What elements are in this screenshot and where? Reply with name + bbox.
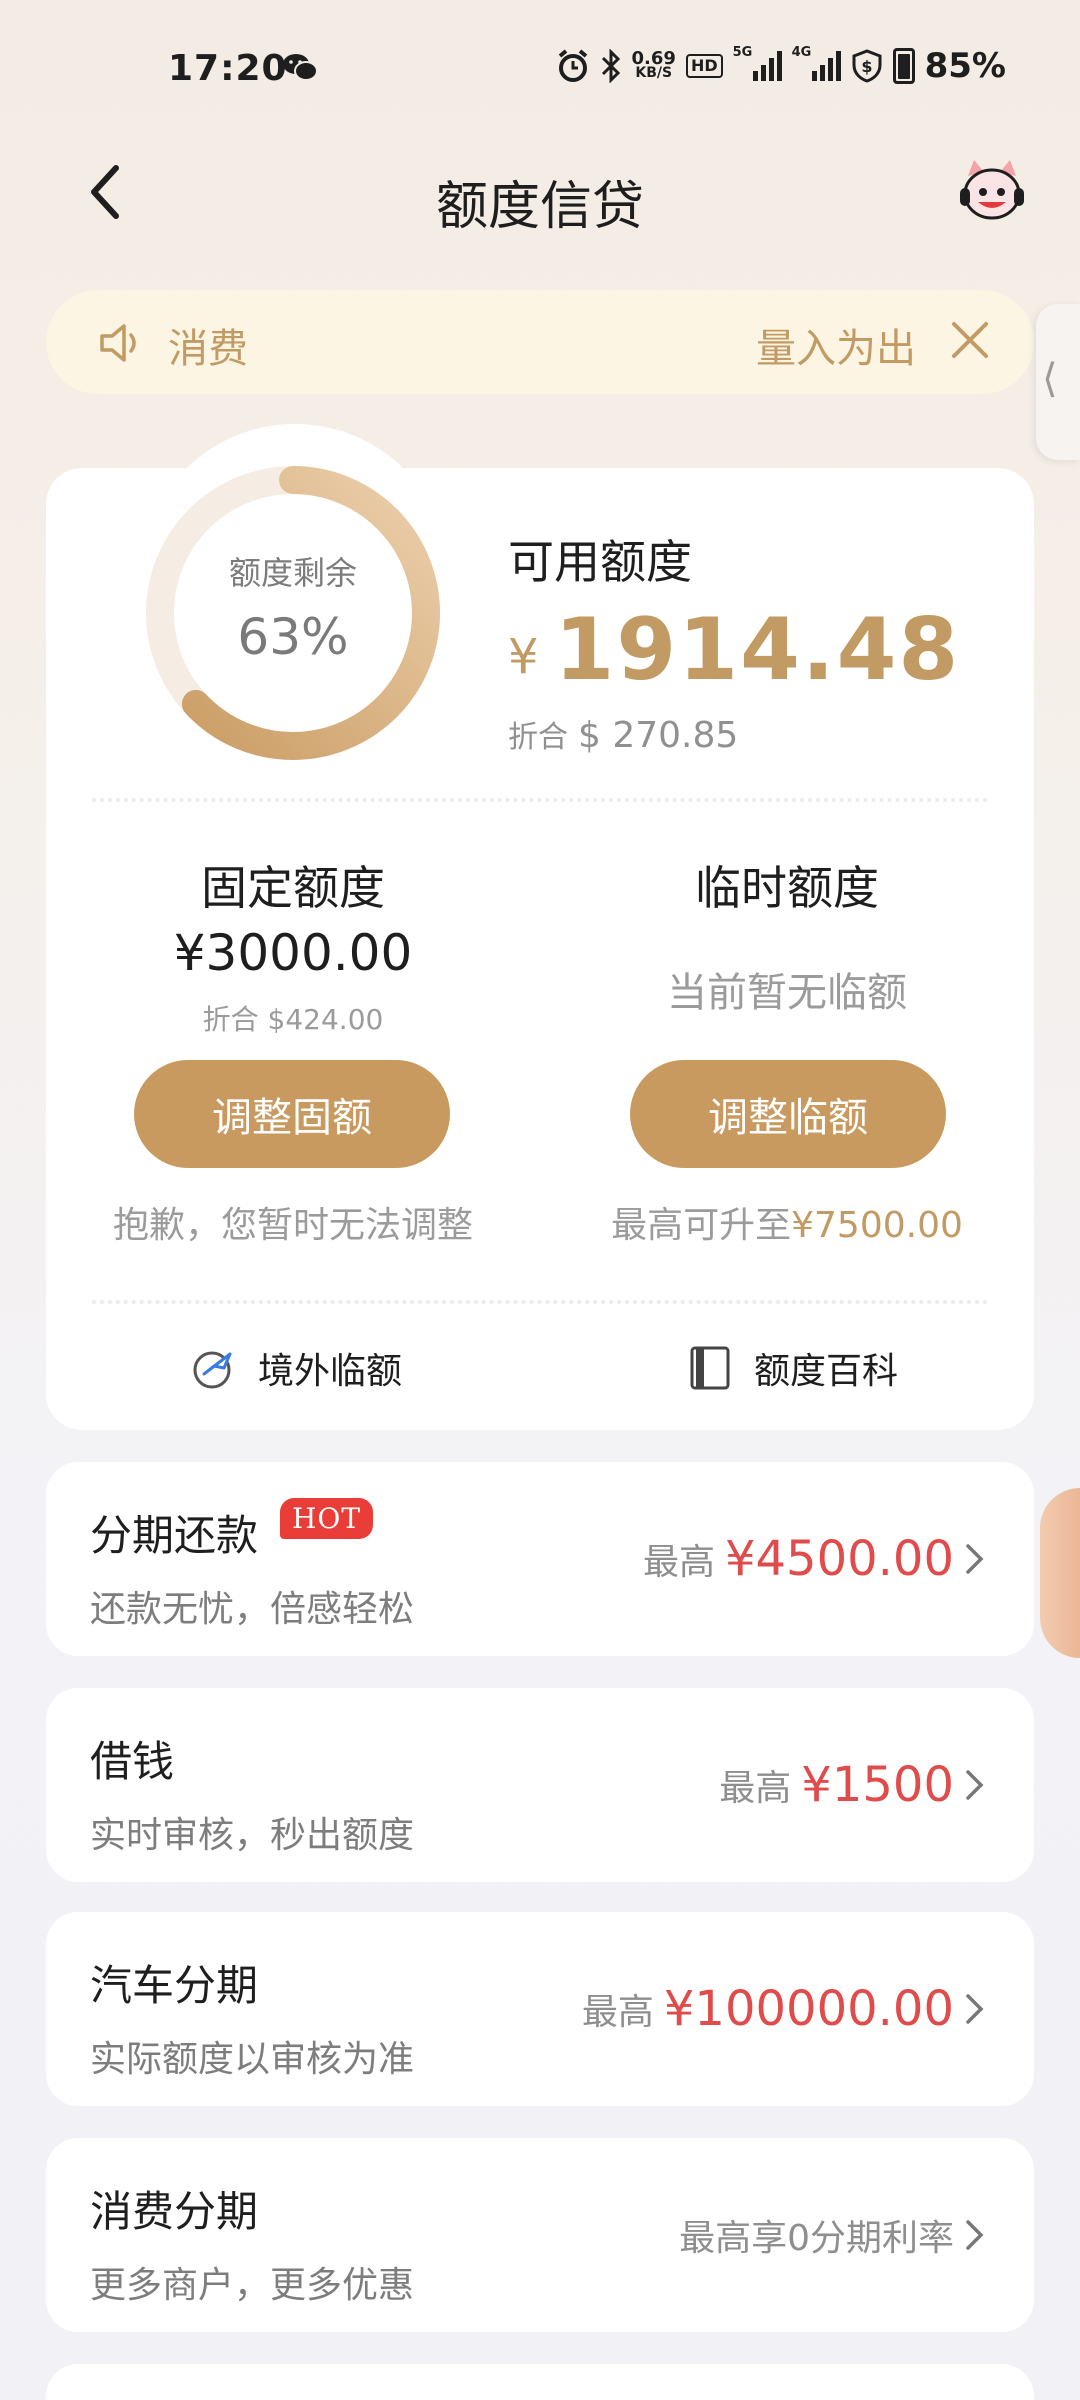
temp-credit-status: 当前暂无临额 — [667, 970, 907, 1016]
chevron-right-icon — [966, 1770, 984, 1800]
chevron-left-icon: ⟨ — [1042, 356, 1058, 402]
wiki-link-label: 额度百科 — [754, 1351, 899, 1392]
product-card-peek — [46, 2364, 1034, 2400]
product-subtitle: 更多商户，更多优惠 — [90, 2265, 415, 2306]
product-title: 汽车分期 — [90, 1961, 259, 2010]
product-subtitle: 还款无忧，倍感轻松 — [90, 1589, 415, 1630]
product-title: 借钱 — [90, 1737, 175, 1786]
fixed-credit-converted: 折合 $424.00 — [202, 1003, 384, 1036]
product-title: 消费分期 — [90, 2187, 259, 2236]
overseas-link-label: 境外临额 — [258, 1351, 403, 1392]
temp-credit-title: 临时额度 — [695, 861, 879, 915]
book-icon — [690, 1346, 730, 1390]
divider — [92, 1300, 988, 1304]
credit-wiki-link[interactable]: 额度百科 — [686, 1340, 898, 1396]
product-title: 分期还款 — [90, 1511, 259, 1560]
chevron-right-icon — [966, 2220, 984, 2250]
temp-credit-note: 最高可升至¥7500.00 — [611, 1205, 963, 1246]
product-card-car-installment[interactable]: 汽车分期 实际额度以审核为准 最高 ¥100000.00 — [46, 1912, 1034, 2106]
product-limit: 最高享0分期利率 — [679, 2218, 954, 2259]
plane-globe-icon — [193, 1351, 232, 1389]
floating-promo-badge[interactable] — [1040, 1488, 1080, 1658]
product-subtitle: 实际额度以审核为准 — [90, 2039, 415, 2080]
adjust-temp-button[interactable]: 调整临额 — [630, 1060, 946, 1168]
fixed-credit-title: 固定额度 — [201, 861, 385, 915]
fixed-credit-section: 固定额度 ¥3000.00 折合 $424.00 调整固额 抱歉，您暂时无法调整 — [46, 0, 540, 1280]
product-card-consumer-installment[interactable]: 消费分期 更多商户，更多优惠 最高享0分期利率 — [46, 2138, 1034, 2332]
overseas-temp-credit-link[interactable]: 境外临额 — [190, 1340, 402, 1396]
product-limit: 最高 ¥100000.00 — [581, 1981, 954, 2037]
product-card-installment-repay[interactable]: 分期还款 HOT 还款无忧，倍感轻松 最高 ¥4500.00 — [46, 1462, 1034, 1656]
fixed-credit-note: 抱歉，您暂时无法调整 — [112, 1205, 473, 1246]
side-drawer-tab[interactable]: ⟨ — [1036, 304, 1080, 460]
product-limit: 最高 ¥4500.00 — [642, 1531, 954, 1587]
product-subtitle: 实时审核，秒出额度 — [90, 1815, 415, 1856]
product-card-borrow[interactable]: 借钱 实时审核，秒出额度 最高 ¥1500 — [46, 1688, 1034, 1882]
chevron-right-icon — [966, 1544, 984, 1574]
product-limit: 最高 ¥1500 — [719, 1757, 954, 1813]
hot-badge: HOT — [280, 1498, 374, 1539]
fixed-credit-amount: ¥3000.00 — [173, 924, 413, 982]
chevron-right-icon — [966, 1994, 984, 2024]
temp-credit-section: 临时额度 当前暂无临额 调整临额 最高可升至¥7500.00 — [540, 0, 1034, 1280]
adjust-fixed-button[interactable]: 调整固额 — [134, 1060, 450, 1168]
